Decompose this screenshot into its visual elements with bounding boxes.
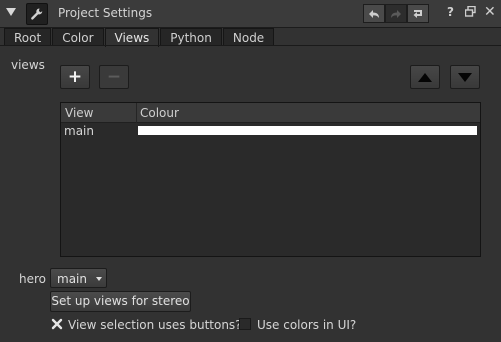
view-selection-label: View selection uses buttons? bbox=[68, 318, 242, 332]
redo-icon[interactable] bbox=[385, 4, 407, 23]
tab-root[interactable]: Root bbox=[4, 28, 52, 46]
revert-icon[interactable] bbox=[407, 4, 429, 23]
view-selection-checkbox[interactable] bbox=[51, 318, 63, 330]
triangle-down-icon bbox=[458, 72, 472, 82]
hero-label: hero bbox=[19, 272, 46, 286]
table-header: View Colour bbox=[61, 103, 480, 123]
chevron-down-icon bbox=[96, 277, 102, 281]
table-row[interactable]: main bbox=[61, 124, 480, 138]
history-button-group bbox=[363, 4, 429, 23]
help-icon[interactable]: ? bbox=[447, 5, 454, 19]
title-bar: Project Settings ? ✕ bbox=[0, 0, 501, 28]
use-colors-label: Use colors in UI? bbox=[257, 318, 357, 332]
column-header-colour[interactable]: Colour bbox=[140, 106, 179, 120]
triangle-up-icon bbox=[418, 72, 432, 82]
column-header-view[interactable]: View bbox=[65, 106, 93, 120]
window-title: Project Settings bbox=[58, 6, 153, 20]
hero-dropdown-value: main bbox=[57, 272, 87, 286]
tab-divider bbox=[0, 45, 501, 46]
view-name-cell[interactable]: main bbox=[64, 124, 94, 138]
column-divider bbox=[136, 103, 137, 123]
views-table[interactable]: View Colour main bbox=[60, 102, 481, 257]
undo-icon[interactable] bbox=[363, 4, 385, 23]
close-icon[interactable]: ✕ bbox=[484, 4, 496, 20]
setup-stereo-button[interactable]: Set up views for stereo bbox=[50, 291, 191, 312]
remove-view-button[interactable]: − bbox=[99, 65, 129, 89]
move-down-button[interactable] bbox=[450, 65, 480, 89]
tab-node[interactable]: Node bbox=[222, 28, 275, 46]
tab-bar: Root Color Views Python Node bbox=[4, 28, 275, 47]
views-label: views bbox=[11, 58, 45, 72]
hero-dropdown[interactable]: main bbox=[50, 268, 107, 288]
float-window-icon[interactable] bbox=[464, 5, 476, 20]
move-up-button[interactable] bbox=[410, 65, 440, 89]
view-colour-swatch[interactable] bbox=[138, 126, 477, 135]
tab-color[interactable]: Color bbox=[52, 28, 104, 46]
use-colors-checkbox[interactable] bbox=[239, 318, 251, 330]
tab-python[interactable]: Python bbox=[160, 28, 222, 46]
collapse-triangle-icon[interactable] bbox=[6, 8, 16, 16]
wrench-icon[interactable] bbox=[26, 3, 48, 25]
add-view-button[interactable]: + bbox=[60, 65, 90, 89]
